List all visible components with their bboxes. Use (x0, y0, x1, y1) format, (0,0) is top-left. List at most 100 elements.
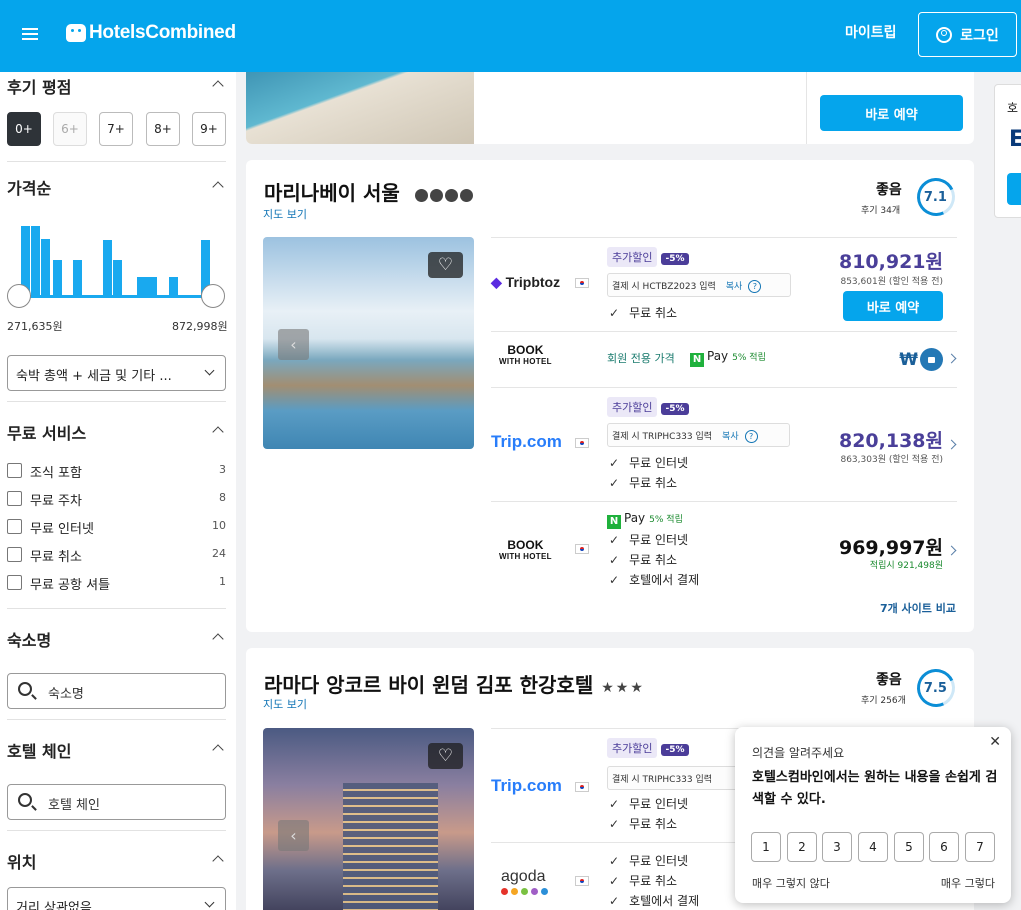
chevron-up-icon[interactable] (212, 855, 224, 867)
rating-8-button[interactable]: 8+ (146, 112, 180, 146)
copy-button[interactable]: 복사 (722, 432, 739, 442)
filter-parking[interactable]: 무료 주차 8 (7, 489, 226, 509)
chevron-up-icon[interactable] (212, 181, 224, 193)
filter-breakfast[interactable]: 조식 포함 3 (7, 461, 226, 481)
search-icon (18, 793, 32, 807)
rating-2-button[interactable]: 2 (787, 832, 817, 862)
rating-1-button[interactable]: 1 (751, 832, 781, 862)
rating-4-button[interactable]: 4 (858, 832, 888, 862)
chevron-up-icon[interactable] (212, 80, 224, 92)
help-icon[interactable]: ? (748, 280, 762, 293)
hotel-photo[interactable]: ♡ ‹ (263, 237, 474, 449)
location-select[interactable]: 거리 상관없음 (7, 887, 226, 910)
chevron-up-icon[interactable] (212, 744, 224, 756)
chevron-right-icon[interactable] (946, 439, 957, 450)
discount-tag: 추가할인 -5% (607, 738, 689, 758)
filter-cancel[interactable]: 무료 취소 24 (7, 545, 226, 565)
rating-7-button[interactable]: 7+ (99, 112, 133, 146)
chevron-left-icon[interactable]: ‹ (278, 820, 309, 851)
hotel-name-title: 숙소명 (7, 631, 52, 650)
book-now-button[interactable]: 바로 예약 (843, 291, 943, 321)
heart-icon[interactable]: ♡ (428, 252, 463, 278)
help-icon[interactable]: ? (744, 430, 758, 443)
rating-6-button[interactable]: 6 (929, 832, 959, 862)
histogram-bar (53, 260, 62, 298)
heart-icon[interactable]: ♡ (428, 743, 463, 769)
login-button[interactable]: 로그인 (918, 12, 1017, 57)
offer-tripcom[interactable]: Trip.com 추가할인 -5% 결제 시 TRIPHC333 입력 복사? ✓ 무… (491, 387, 957, 501)
checkbox[interactable] (7, 491, 22, 506)
rating-0-button[interactable]: 0+ (7, 112, 41, 146)
offer-bookwithhotel[interactable]: BOOK WITH HOTEL N Pay 5% 적립 ✓ 무료 인터넷 ✓ 무료 취소 … (491, 501, 957, 596)
agoda-logo: agoda (501, 868, 548, 895)
review-count: 후기 256개 (861, 696, 906, 706)
hotel-name[interactable]: 마리나베이 서울 (264, 177, 475, 207)
rating-3-button[interactable]: 3 (822, 832, 852, 862)
book-now-button[interactable]: 바로 예약 (820, 95, 963, 131)
checkbox[interactable] (7, 519, 22, 534)
korea-flag-icon (575, 438, 589, 448)
chevron-up-icon[interactable] (212, 633, 224, 645)
npay-badge: N Pay 5% 적립 (690, 349, 766, 367)
chevron-left-icon[interactable]: ‹ (278, 329, 309, 360)
price-histogram (19, 222, 213, 298)
hotel-photo[interactable] (246, 62, 474, 144)
divider (7, 719, 226, 720)
peek-button[interactable] (1007, 173, 1021, 205)
price-max-handle[interactable] (201, 284, 225, 308)
chevron-down-icon (204, 365, 215, 376)
hotel-photo[interactable]: ♡ ‹ (263, 728, 474, 910)
hotel-chain-input[interactable]: 호텔 체인 (7, 784, 226, 820)
hotel-name-input[interactable]: 숙소명 (7, 673, 226, 709)
offer-tripbtoz[interactable]: ◆ Tripbtoz 추가할인 -5% 결제 시 HCTBZ2023 입력 복사? … (491, 237, 957, 331)
free-cancel-check: ✓ 무료 취소 (609, 553, 678, 567)
rating-5-button[interactable]: 5 (894, 832, 924, 862)
building-graphic (343, 783, 438, 910)
locked-price[interactable]: ₩ (899, 348, 943, 371)
price-max-label: 872,998원 (172, 320, 228, 333)
score-badge: 7.1 (911, 172, 961, 222)
rating-6-button[interactable]: 6+ (53, 112, 87, 146)
copy-button[interactable]: 복사 (726, 282, 743, 292)
korea-flag-icon (575, 278, 589, 288)
checkbox[interactable] (7, 463, 22, 478)
map-view-link[interactable]: 지도 보기 (263, 696, 307, 712)
chevron-up-icon[interactable] (212, 426, 224, 438)
checkbox[interactable] (7, 575, 22, 590)
free-cancel-check: ✓ 무료 취소 (609, 476, 678, 490)
free-internet-check: ✓ 무료 인터넷 (609, 854, 689, 868)
price-slider-track[interactable] (19, 295, 213, 298)
close-icon[interactable]: ✕ (989, 734, 1001, 750)
chevron-right-icon[interactable] (946, 353, 957, 364)
rating-7-button[interactable]: 7 (965, 832, 995, 862)
price-type-select[interactable]: 숙박 총액 + 세금 및 기타 ... (7, 355, 226, 391)
free-services-title: 무료 서비스 (7, 424, 87, 443)
side-panel-peek[interactable]: 호 E (994, 84, 1021, 218)
discount-tag: 추가할인 -5% (607, 247, 689, 267)
offer-price: 820,138원 (838, 430, 943, 452)
divider (806, 62, 807, 144)
rating-9-button[interactable]: 9+ (192, 112, 226, 146)
divider (7, 401, 226, 402)
bookwithhotel-logo: BOOK WITH HOTEL (499, 538, 552, 561)
menu-icon[interactable] (22, 28, 38, 40)
coupon-code: 결제 시 TRIPHC333 입력 복사? (607, 423, 790, 447)
histogram-bar (41, 239, 50, 298)
compare-sites-link[interactable]: 7개 사이트 비교 (880, 600, 956, 616)
offer-bookwithhotel-member[interactable]: BOOK WITH HOTEL 회원 전용 가격 N Pay 5% 적립 ₩ (491, 331, 957, 387)
coupon-code: 결제 시 HCTBZ2023 입력 복사? (607, 273, 791, 297)
filter-internet[interactable]: 무료 인터넷 10 (7, 517, 226, 537)
my-trip-link[interactable]: 마이트립 (845, 22, 897, 42)
filter-shuttle[interactable]: 무료 공항 셔틀 1 (7, 573, 226, 593)
price-min-handle[interactable] (7, 284, 31, 308)
histogram-bar (31, 226, 40, 298)
map-view-link[interactable]: 지도 보기 (263, 206, 307, 222)
chevron-right-icon[interactable] (946, 545, 957, 556)
feedback-popup: 의견을 알려주세요 ✕ 호텔스컴바인에서는 원하는 내용을 손쉽게 검색할 수 … (735, 727, 1011, 903)
location-title: 위치 (7, 853, 37, 872)
hotel-name[interactable]: 라마다 앙코르 바이 윈덤 김포 한강호텔 ★★★ (264, 669, 645, 698)
checkbox[interactable] (7, 547, 22, 562)
hotelscombined-logo[interactable]: HotelsCombined (66, 22, 236, 44)
pay-at-hotel-check: ✓ 호텔에서 결제 (609, 894, 700, 908)
free-cancel-check: ✓ 무료 취소 (609, 817, 678, 831)
